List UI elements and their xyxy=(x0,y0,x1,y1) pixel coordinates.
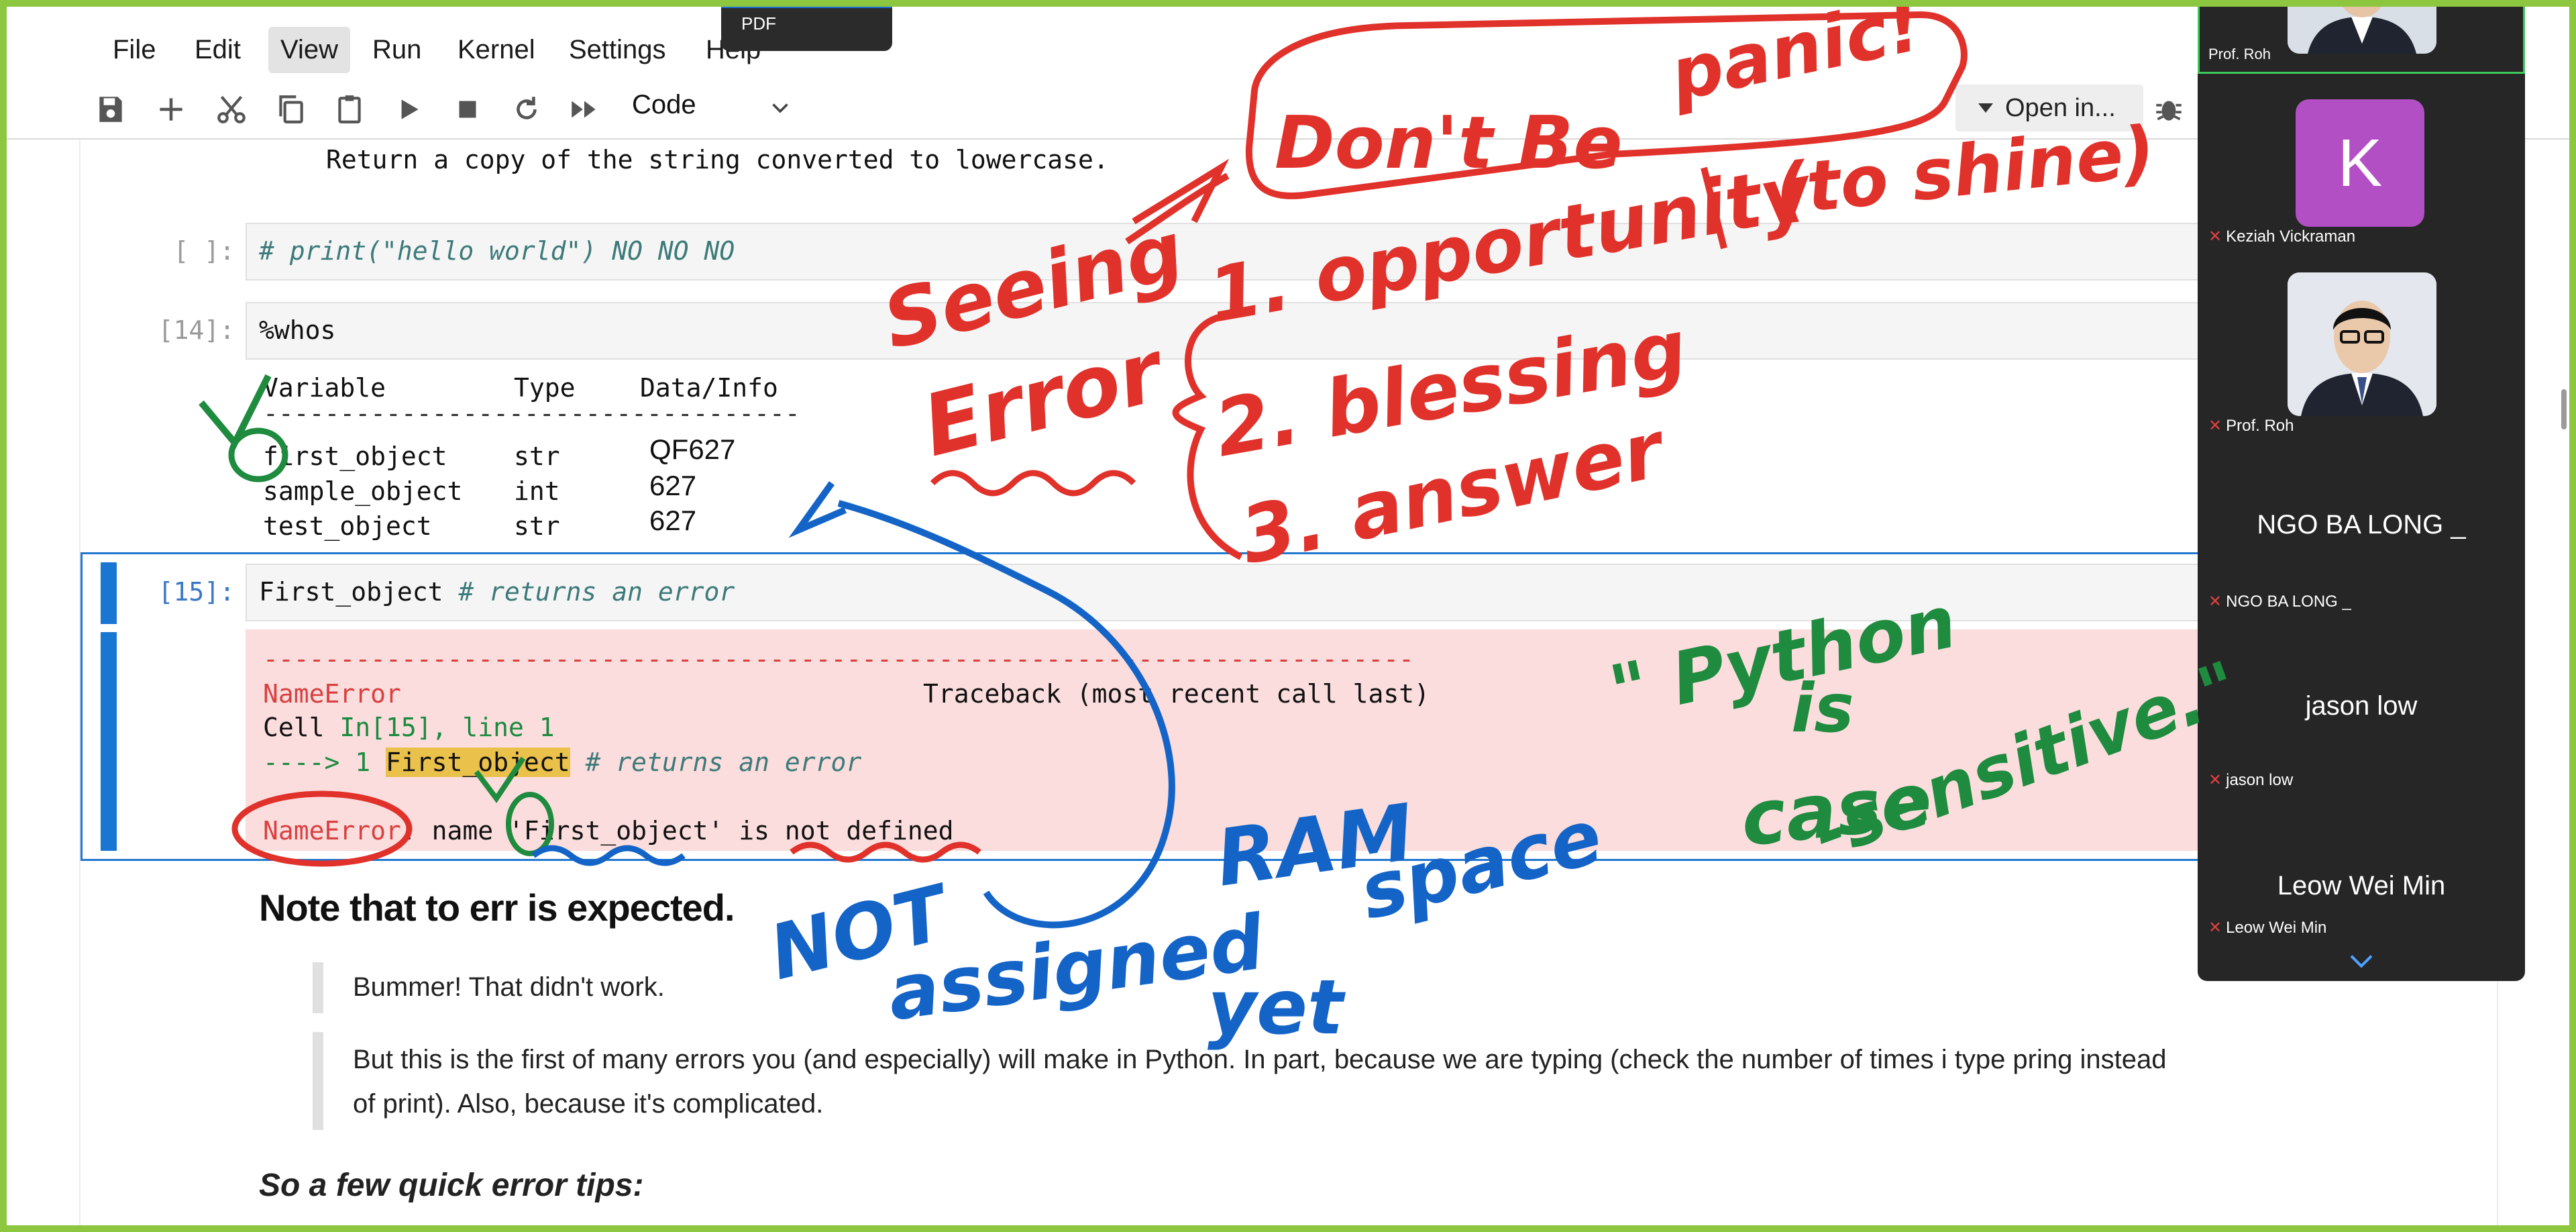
run-all-icon[interactable] xyxy=(568,93,601,126)
participant-display-name: jason low xyxy=(2305,691,2418,721)
code-identifier: First_object xyxy=(259,577,459,607)
bug-icon[interactable] xyxy=(2152,93,2186,126)
whos-row-variable: first_object xyxy=(263,442,447,471)
cell-collapser-input[interactable] xyxy=(101,562,117,624)
muted-mic-icon: ✕ xyxy=(2208,417,2222,435)
doc-output-line: Return a copy of the string converted to… xyxy=(326,145,1109,174)
traceback-dashes: ----------------------------------------… xyxy=(263,644,1414,674)
muted-mic-icon: ✕ xyxy=(2208,919,2222,937)
open-in-label: Open in... xyxy=(2005,94,2116,122)
traceback-final-line: NameError: name 'First_object' is not de… xyxy=(263,816,954,845)
whos-row-type: str xyxy=(514,442,560,471)
traceback-highlight: First_object xyxy=(386,748,570,777)
muted-mic-icon: ✕ xyxy=(2208,593,2222,611)
open-in-button[interactable]: Open in... xyxy=(1955,85,2143,132)
code-cell-input[interactable]: %whos xyxy=(246,302,2500,360)
code-comment: # returns an error xyxy=(458,577,735,607)
error-output: ----------------------------------------… xyxy=(246,629,2497,851)
blockquote-bar xyxy=(313,962,323,1013)
blockquote-text: of print). Also, because it's complicate… xyxy=(353,1089,824,1119)
chevron-down-icon[interactable] xyxy=(768,95,792,119)
scroll-down-chevron-icon[interactable] xyxy=(2348,952,2375,972)
whos-row-type: int xyxy=(514,476,560,506)
traceback-final-message: : name 'First_object' is not defined xyxy=(400,816,954,845)
save-icon[interactable] xyxy=(94,93,127,126)
traceback-final-name: NameError xyxy=(263,816,401,845)
participant-tile[interactable]: K ✕ Keziah Vickraman xyxy=(2198,74,2525,255)
muted-mic-icon: ✕ xyxy=(2208,227,2222,246)
code-comment: # print("hello world") NO NO NO xyxy=(259,236,735,266)
submenu-item-pdf[interactable]: PDF xyxy=(741,13,776,34)
participant-tile[interactable]: ✕ Prof. Roh xyxy=(2198,255,2525,436)
blockquote-bar xyxy=(313,1032,323,1130)
cell-prompt: [ ]: xyxy=(173,236,235,266)
traceback-arrow-line: ----> 1 First_object # returns an error xyxy=(263,748,861,777)
cut-icon[interactable] xyxy=(215,93,248,126)
menu-kernel[interactable]: Kernel xyxy=(445,27,547,73)
restart-icon[interactable] xyxy=(510,93,543,126)
copy-icon[interactable] xyxy=(274,93,307,126)
participant-avatar: K xyxy=(2296,99,2424,227)
participant-tile[interactable]: NGO BA LONG _ ✕ NGO BA LONG _ xyxy=(2198,436,2525,617)
traceback-cell-line: Cell In[15], line 1 xyxy=(263,713,555,742)
cell-prompt: [15]: xyxy=(158,577,235,607)
notebook-toolbar: Code Open in... xyxy=(7,81,2569,140)
code-text: First_object # returns an error xyxy=(259,577,735,607)
traceback-cell-ref: In[15], line 1 xyxy=(339,713,555,742)
whos-row-info: QF627 xyxy=(649,433,736,465)
participant-name: ✕ Prof. Roh xyxy=(2208,417,2294,435)
notebook-panel: Return a copy of the string converted to… xyxy=(79,140,2500,1232)
participant-name: ✕ Keziah Vickraman xyxy=(2208,227,2356,246)
submenu-selected-item[interactable] xyxy=(721,0,892,8)
caret-down-icon xyxy=(1978,103,1993,113)
cell-prompt: [14]: xyxy=(158,315,235,345)
markdown-subheading: So a few quick error tips: xyxy=(259,1168,644,1203)
muted-mic-icon: ✕ xyxy=(2208,771,2222,789)
menu-run[interactable]: Run xyxy=(360,27,433,73)
run-icon[interactable] xyxy=(392,93,425,126)
whos-row-variable: sample_object xyxy=(263,476,463,506)
traceback-header: Traceback (most recent call last) xyxy=(923,679,1430,709)
whos-rule: ----------------------------------- xyxy=(263,399,800,428)
whos-row-info: 627 xyxy=(649,470,697,501)
markdown-heading: Note that to err is expected. xyxy=(259,886,735,929)
participant-tile[interactable]: jason low ✕ jason low xyxy=(2198,617,2525,799)
code-text: %whos xyxy=(259,315,336,345)
view-submenu-popover: PDF xyxy=(721,0,892,51)
blockquote-text: But this is the first of many errors you… xyxy=(353,1045,2167,1074)
active-speaker-outline xyxy=(2198,0,2525,74)
menu-file[interactable]: File xyxy=(101,27,168,73)
participant-display-name: Leow Wei Min xyxy=(2277,871,2446,901)
video-participant-panel: Prof. Roh K ✕ Keziah Vickraman ✕ Prof. Roh… xyxy=(2198,0,2525,981)
add-cell-icon[interactable] xyxy=(154,93,188,126)
participant-display-name: NGO BA LONG _ xyxy=(2257,510,2466,540)
participant-name: ✕ jason low xyxy=(2208,771,2294,789)
traceback-error-name: NameError xyxy=(263,679,401,709)
participant-name: ✕ Leow Wei Min xyxy=(2208,919,2327,937)
participant-photo xyxy=(2288,272,2436,416)
menu-settings[interactable]: Settings xyxy=(557,27,678,73)
blockquote-text: Bummer! That didn't work. xyxy=(353,972,665,1002)
traceback-comment: # returns an error xyxy=(570,748,862,777)
participant-name: ✕ NGO BA LONG _ xyxy=(2208,593,2351,611)
traceback-cell-prefix: Cell xyxy=(263,713,340,742)
scrollbar-thumb[interactable] xyxy=(2561,389,2567,429)
whos-row-info: 627 xyxy=(649,505,697,536)
cell-collapser-output[interactable] xyxy=(101,632,117,851)
menu-edit[interactable]: Edit xyxy=(182,27,253,73)
code-cell-input[interactable]: # print("hello world") NO NO NO xyxy=(246,223,2500,280)
whos-row-variable: test_object xyxy=(263,511,432,541)
code-cell-input[interactable]: First_object # returns an error xyxy=(246,564,2500,621)
cell-type-select[interactable]: Code xyxy=(632,90,696,120)
paste-icon[interactable] xyxy=(333,93,366,126)
menu-view[interactable]: View xyxy=(268,27,350,73)
whos-row-type: str xyxy=(514,511,560,541)
stop-icon[interactable] xyxy=(451,93,484,126)
traceback-arrow: ----> 1 xyxy=(263,748,386,777)
